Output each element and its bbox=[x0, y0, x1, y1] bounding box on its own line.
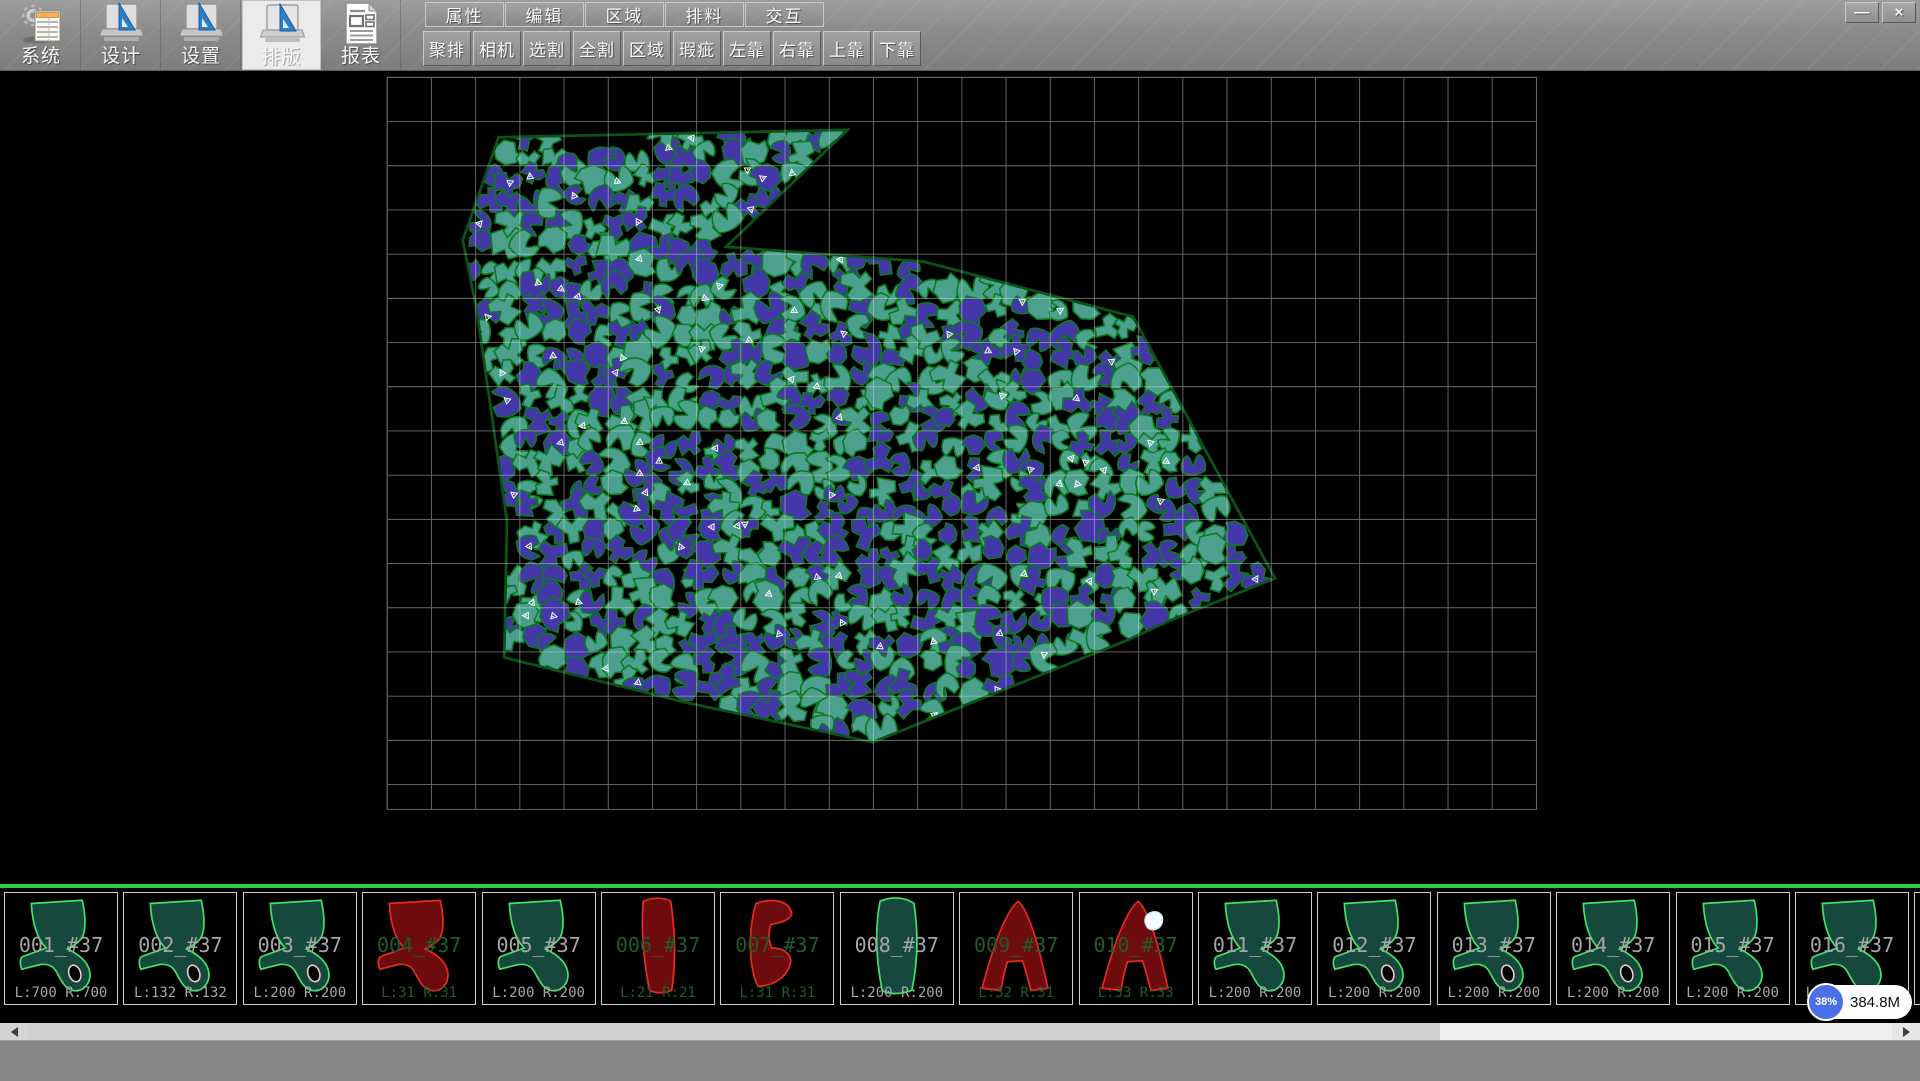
memory-value: 384.8M bbox=[1850, 994, 1900, 1011]
piece-thumbnail-strip: 001_#37L:700 R:700002_#37L:132 R:132003_… bbox=[0, 884, 1920, 1010]
status-bar bbox=[0, 1040, 1920, 1081]
menu-tab-4[interactable]: 排料 bbox=[665, 2, 744, 27]
left-arrow-icon bbox=[11, 1027, 18, 1037]
report-doc-icon bbox=[340, 2, 382, 47]
piece-shape-graphic bbox=[366, 895, 472, 1001]
scroll-left-button[interactable] bbox=[0, 1023, 28, 1040]
piece-thumbnail-2[interactable]: 002_#37L:132 R:132 bbox=[123, 892, 237, 1005]
menu-tab-5[interactable]: 交互 bbox=[745, 2, 824, 27]
piece-shape-graphic bbox=[486, 895, 592, 1001]
piece-thumbnail-5[interactable]: 005_#37L:200 R:200 bbox=[482, 892, 596, 1005]
system-gear-icon bbox=[18, 2, 64, 47]
piece-shape-graphic bbox=[963, 895, 1069, 1001]
nesting-canvas[interactable] bbox=[0, 70, 1920, 884]
action-button-2[interactable]: 相机 bbox=[473, 31, 521, 66]
action-button-3[interactable]: 选割 bbox=[523, 31, 571, 66]
piece-thumbnail-11[interactable]: 011_#37L:200 R:200 bbox=[1198, 892, 1312, 1005]
piece-thumbnail-10[interactable]: 010_#37L:33 R:33 bbox=[1079, 892, 1193, 1005]
piece-thumbnail-15[interactable]: 015_#37L:200 R:200 bbox=[1676, 892, 1790, 1005]
close-button[interactable]: × bbox=[1882, 2, 1916, 23]
main-button-nesting[interactable]: 排版 bbox=[242, 0, 321, 70]
menu-tab-3[interactable]: 区域 bbox=[585, 2, 664, 27]
piece-shape-graphic bbox=[1680, 895, 1786, 1001]
action-button-1[interactable]: 聚排 bbox=[423, 31, 471, 66]
action-button-10[interactable]: 下靠 bbox=[873, 31, 921, 66]
action-button-4[interactable]: 全割 bbox=[573, 31, 621, 66]
piece-thumbnail-17[interactable] bbox=[1914, 892, 1920, 1005]
piece-shape-graphic bbox=[1560, 895, 1666, 1001]
main-button-label: 设置 bbox=[181, 47, 221, 67]
piece-shape-graphic bbox=[844, 895, 950, 1001]
menu-tab-2[interactable]: 编辑 bbox=[505, 2, 584, 27]
main-button-label: 排版 bbox=[261, 48, 301, 68]
horizontal-scrollbar[interactable] bbox=[0, 1023, 1920, 1040]
main-button-label: 系统 bbox=[21, 47, 61, 67]
piece-shape-graphic bbox=[247, 895, 353, 1001]
design-ruler-icon bbox=[98, 2, 144, 47]
memory-usage-badge: 38% 384.8M bbox=[1808, 985, 1912, 1019]
piece-shape-graphic bbox=[1202, 895, 1308, 1001]
right-arrow-icon bbox=[1903, 1027, 1910, 1037]
piece-shape-graphic bbox=[724, 895, 830, 1001]
piece-thumbnail-1[interactable]: 001_#37L:700 R:700 bbox=[4, 892, 118, 1005]
piece-shape-graphic bbox=[1083, 895, 1189, 1001]
piece-thumbnail-4[interactable]: 004_#37L:31 R:31 bbox=[362, 892, 476, 1005]
piece-thumbnail-12[interactable]: 012_#37L:200 R:200 bbox=[1317, 892, 1431, 1005]
piece-thumbnail-8[interactable]: 008_#37L:200 R:200 bbox=[840, 892, 954, 1005]
piece-thumbnail-3[interactable]: 003_#37L:200 R:200 bbox=[243, 892, 357, 1005]
main-button-report[interactable]: 报表 bbox=[322, 0, 401, 70]
action-button-5[interactable]: 区域 bbox=[623, 31, 671, 66]
main-button-system[interactable]: 系统 bbox=[2, 0, 81, 70]
minimize-button[interactable]: — bbox=[1845, 2, 1879, 23]
piece-thumbnail-14[interactable]: 014_#37L:200 R:200 bbox=[1556, 892, 1670, 1005]
action-button-7[interactable]: 左靠 bbox=[723, 31, 771, 66]
piece-shape-graphic bbox=[8, 895, 114, 1001]
piece-shape-graphic bbox=[127, 895, 233, 1001]
piece-shape-graphic bbox=[1321, 895, 1427, 1001]
scroll-right-button[interactable] bbox=[1892, 1023, 1920, 1040]
progress-percent-badge: 38% bbox=[1807, 983, 1845, 1021]
piece-thumbnail-7[interactable]: 007_#37L:31 R:31 bbox=[720, 892, 834, 1005]
piece-thumbnail-6[interactable]: 006_#37L:21 R:21 bbox=[601, 892, 715, 1005]
main-button-settings[interactable]: 设置 bbox=[162, 0, 241, 70]
menu-tab-1[interactable]: 属性 bbox=[425, 2, 504, 27]
main-button-design[interactable]: 设计 bbox=[82, 0, 161, 70]
action-button-6[interactable]: 瑕疵 bbox=[673, 31, 721, 66]
main-button-label: 设计 bbox=[101, 47, 141, 67]
scrollbar-thumb[interactable] bbox=[28, 1023, 1440, 1040]
piece-shape-graphic bbox=[605, 895, 711, 1001]
piece-thumbnail-13[interactable]: 013_#37L:200 R:200 bbox=[1437, 892, 1551, 1005]
piece-thumbnail-9[interactable]: 009_#37L:32 R:31 bbox=[959, 892, 1073, 1005]
action-button-8[interactable]: 右靠 bbox=[773, 31, 821, 66]
top-toolbar: 系统 设计 设置 bbox=[0, 0, 1920, 71]
settings-ruler-icon bbox=[178, 2, 224, 47]
piece-shape-graphic bbox=[1441, 895, 1547, 1001]
main-button-label: 报表 bbox=[341, 47, 381, 67]
nesting-ruler-icon bbox=[259, 3, 305, 48]
action-button-9[interactable]: 上靠 bbox=[823, 31, 871, 66]
